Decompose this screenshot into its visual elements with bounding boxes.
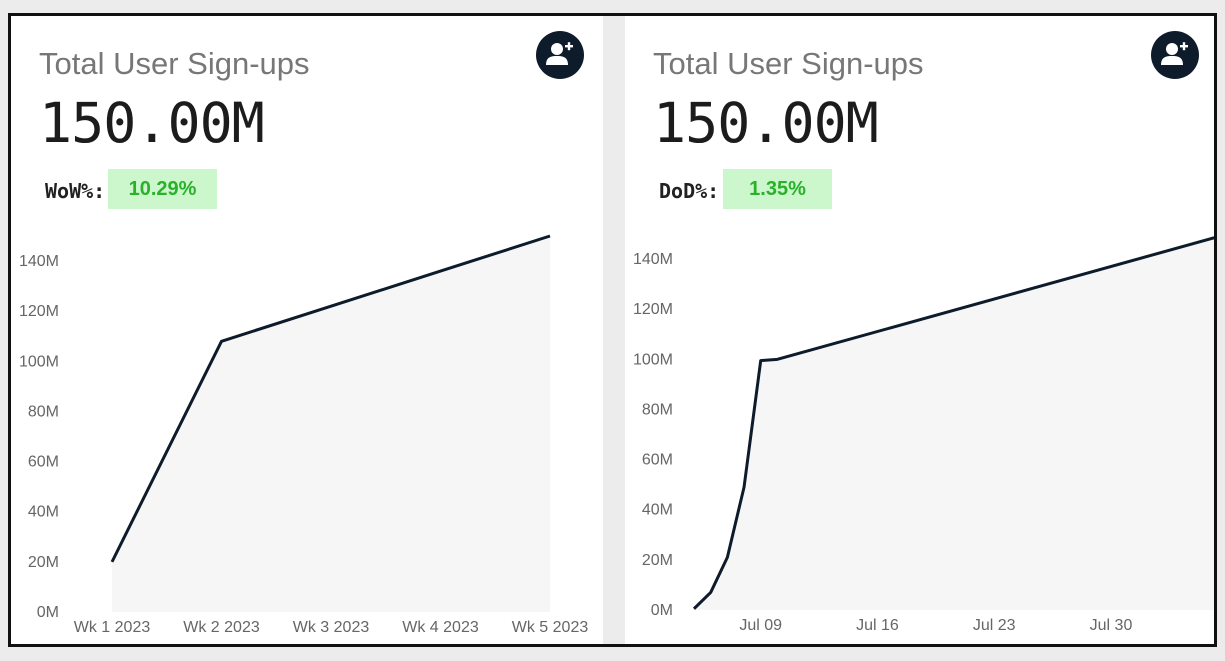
- y-tick-label: 0M: [651, 602, 673, 619]
- y-tick-label: 120M: [19, 303, 59, 320]
- y-tick-label: 0M: [37, 604, 59, 621]
- x-tick-label: Jul 23: [973, 617, 1016, 634]
- y-tick-label: 60M: [642, 452, 673, 469]
- signups-weekly-chart: 0M 20M 40M 60M 80M 100M 120M 140M Wk 1 2023 Wk 2 …: [19, 234, 589, 636]
- y-tick-label: 80M: [642, 401, 673, 418]
- y-tick-label: 40M: [28, 504, 59, 521]
- y-tick-label: 80M: [28, 403, 59, 420]
- x-tick-label: Jul 16: [856, 617, 899, 634]
- y-tick-label: 120M: [633, 301, 673, 318]
- area-fill: [694, 237, 1214, 610]
- x-tick-label: Wk 3 2023: [293, 619, 370, 636]
- kpi-card-weekly: Total User Sign-ups 150.00M WoW%: 10.29%…: [11, 16, 603, 644]
- signups-daily-chart: 0M 20M 40M 60M 80M 100M 120M 140M Jul 09 Jul 16 Ju…: [633, 236, 1214, 634]
- x-tick-label: Wk 1 2023: [74, 619, 151, 636]
- dashboard-frame: Total User Sign-ups 150.00M WoW%: 10.29%…: [8, 13, 1217, 647]
- y-tick-label: 140M: [19, 253, 59, 270]
- y-tick-label: 40M: [642, 502, 673, 519]
- y-tick-label: 20M: [28, 554, 59, 571]
- y-tick-label: 20M: [642, 552, 673, 569]
- y-tick-label: 100M: [633, 351, 673, 368]
- x-tick-label: Wk 2 2023: [183, 619, 260, 636]
- x-tick-label: Jul 09: [739, 617, 782, 634]
- y-tick-label: 100M: [19, 353, 59, 370]
- area-fill: [112, 236, 550, 612]
- y-tick-label: 60M: [28, 454, 59, 471]
- kpi-card-daily: Total User Sign-ups 150.00M DoD%: 1.35% …: [625, 16, 1214, 644]
- x-tick-label: Wk 5 2023: [512, 619, 589, 636]
- x-tick-label: Wk 4 2023: [402, 619, 479, 636]
- x-tick-label: Jul 30: [1090, 617, 1133, 634]
- y-tick-label: 140M: [633, 251, 673, 268]
